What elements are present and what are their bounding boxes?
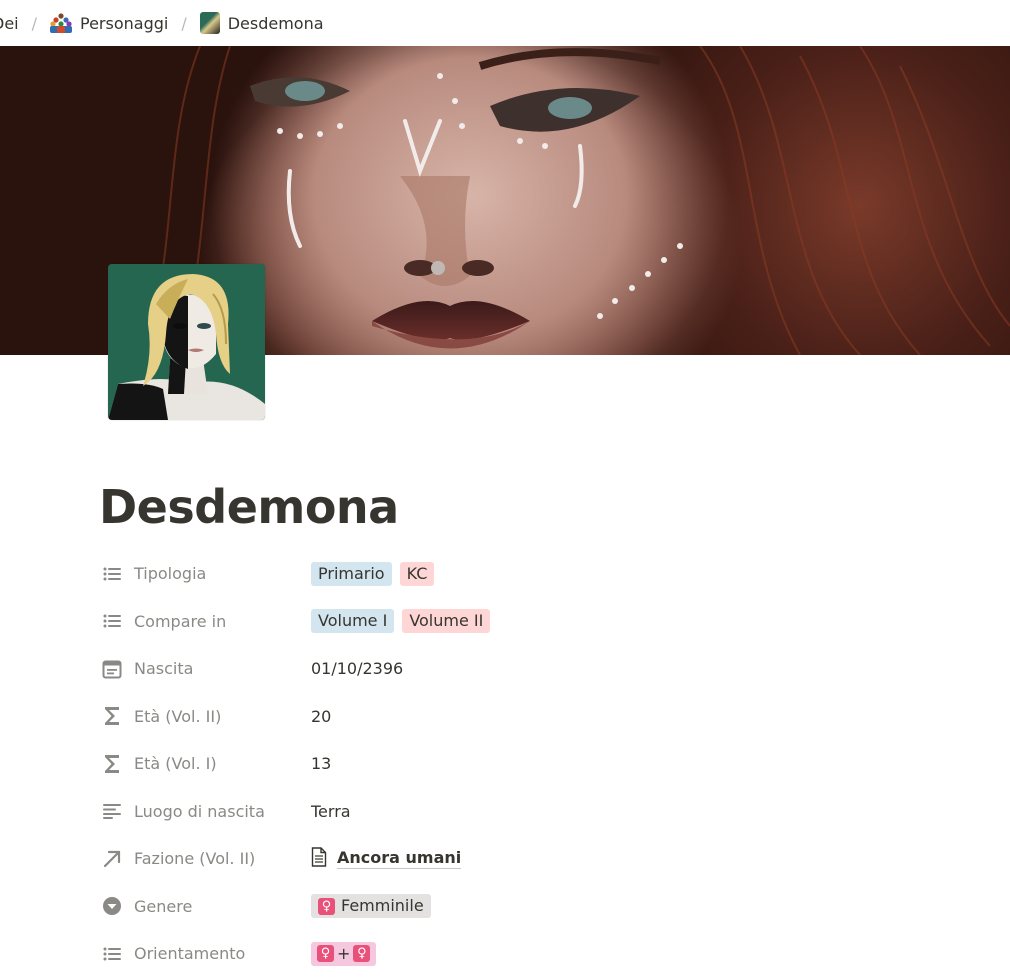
property-value[interactable]: Volume I Volume II [311, 609, 491, 634]
breadcrumb-item-personaggi[interactable]: Personaggi [50, 13, 168, 33]
tag-orientamento: ♀ + ♀ [311, 941, 377, 966]
page-icon-avatar[interactable] [108, 264, 265, 420]
property-value[interactable]: 13 [311, 754, 331, 773]
portrait-thumbnail-icon [199, 12, 220, 34]
property-label: Luogo di nascita [134, 801, 265, 821]
breadcrumb-label: Personaggi [80, 13, 169, 33]
property-value[interactable]: 20 [311, 707, 331, 726]
property-value[interactable]: Terra [311, 802, 351, 821]
property-label: Nascita [134, 659, 194, 679]
tag-femminile: ♀ Femminile [311, 894, 431, 919]
breadcrumb-item-dei[interactable]: Dei [0, 14, 19, 33]
date-value: 01/10/2396 [311, 659, 404, 679]
female-symbol-icon: ♀ [318, 897, 335, 915]
property-value[interactable]: ♀ Femminile [311, 894, 431, 919]
tag-primario: Primario [311, 561, 392, 586]
property-row-luogo-di-nascita: Luogo di nascita Terra [100, 788, 960, 836]
property-label: Tipologia [134, 564, 207, 584]
tag-volume-i: Volume I [311, 609, 395, 634]
people-group-icon [50, 13, 72, 33]
arrow-up-right-icon [100, 847, 124, 871]
property-name[interactable]: Genere [100, 894, 311, 918]
formula-value: 13 [311, 754, 332, 774]
property-value[interactable]: Ancora umani [311, 847, 462, 871]
property-row-compare-in: Compare in Volume I Volume II [100, 598, 960, 646]
formula-value: 20 [311, 706, 332, 726]
relation-link-label: Ancora umani [337, 848, 462, 870]
female-symbol-icon: ♀ [353, 945, 371, 963]
document-icon [311, 847, 327, 871]
breadcrumb-item-desdemona[interactable]: Desdemona [199, 12, 324, 34]
property-label: Orientamento [134, 944, 246, 964]
properties-list: Tipologia Primario KC Compare in Volume … [100, 550, 960, 978]
sigma-icon [100, 704, 124, 728]
tag-volume-ii: Volume II [402, 609, 491, 634]
breadcrumb-separator: / [181, 13, 187, 33]
property-name[interactable]: Nascita [100, 657, 311, 681]
breadcrumb-separator: / [31, 13, 37, 33]
property-value[interactable]: ♀ + ♀ [311, 941, 377, 966]
relation-link-ancora-umani[interactable]: Ancora umani [311, 847, 462, 871]
property-row-orientamento: Orientamento ♀ + ♀ [100, 930, 960, 978]
sigma-icon [100, 752, 124, 776]
text-lines-icon [100, 799, 124, 823]
property-row-tipologia: Tipologia Primario KC [100, 550, 960, 598]
property-label: Età (Vol. II) [134, 706, 222, 726]
property-value[interactable]: 01/10/2396 [311, 659, 403, 678]
tag-kc: KC [399, 561, 435, 586]
female-symbol-icon: ♀ [317, 945, 334, 963]
property-name[interactable]: Luogo di nascita [100, 799, 311, 823]
property-name[interactable]: Fazione (Vol. II) [100, 847, 311, 871]
page-title[interactable]: Desdemona [99, 480, 399, 534]
breadcrumb: Dei / Personaggi / Desdemona [0, 0, 324, 46]
list-icon [100, 609, 124, 633]
property-label: Età (Vol. I) [134, 754, 217, 774]
property-row-nascita: Nascita 01/10/2396 [100, 645, 960, 693]
property-name[interactable]: Età (Vol. II) [100, 704, 311, 728]
property-label: Genere [134, 896, 193, 916]
property-row-eta-vol-i: Età (Vol. I) 13 [100, 740, 960, 788]
property-label: Fazione (Vol. II) [134, 849, 256, 869]
breadcrumb-label: Desdemona [227, 13, 324, 33]
tag-label: Femminile [341, 896, 424, 916]
property-row-fazione-vol-ii: Fazione (Vol. II) Ancora umani [100, 835, 960, 883]
property-row-genere: Genere ♀ Femminile [100, 883, 960, 931]
text-value: Terra [311, 801, 351, 821]
property-name[interactable]: Orientamento [100, 942, 311, 966]
list-icon [100, 942, 124, 966]
list-icon [100, 562, 124, 586]
plus-sign: + [337, 943, 351, 963]
breadcrumb-label: Dei [0, 13, 19, 33]
property-name[interactable]: Età (Vol. I) [100, 752, 311, 776]
property-value[interactable]: Primario KC [311, 561, 435, 586]
property-name[interactable]: Compare in [100, 609, 311, 633]
calendar-icon [100, 657, 124, 681]
property-row-eta-vol-ii: Età (Vol. II) 20 [100, 693, 960, 741]
select-circle-icon [100, 894, 124, 918]
property-name[interactable]: Tipologia [100, 562, 311, 586]
property-label: Compare in [134, 611, 227, 631]
